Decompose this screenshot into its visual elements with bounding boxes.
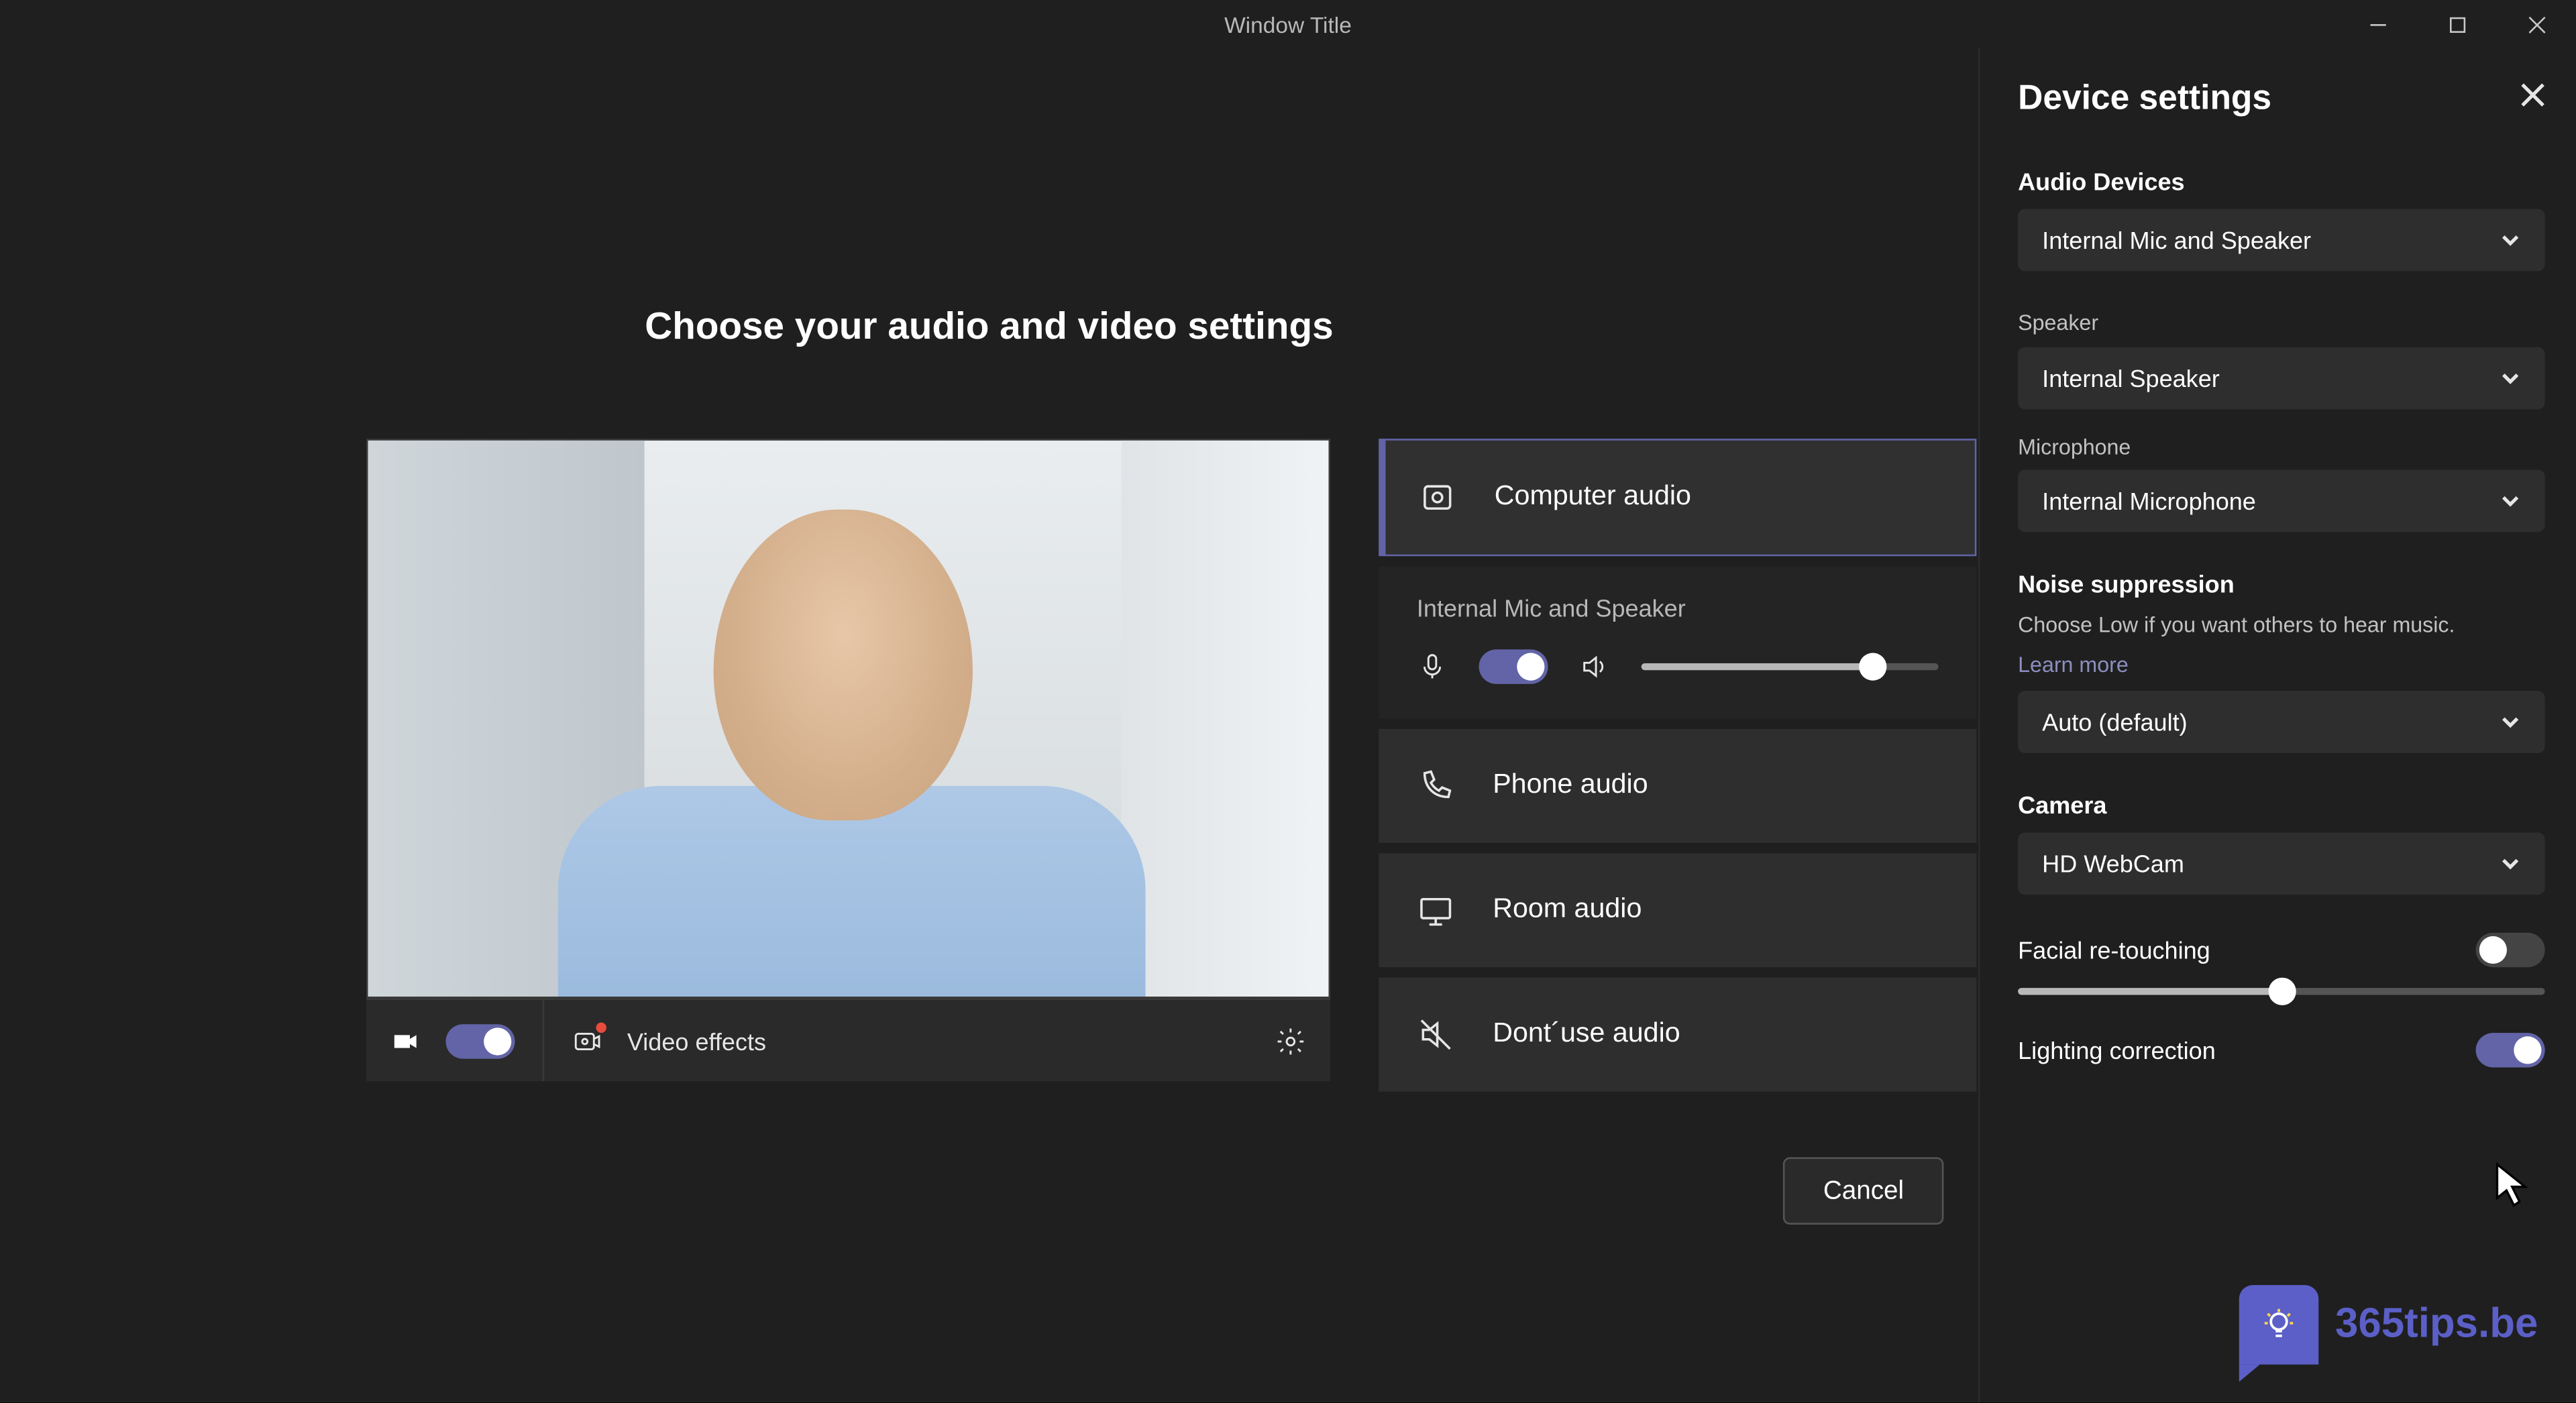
audio-option-label: Room audio [1493, 895, 1642, 925]
audio-option-computer[interactable]: Computer audio [1379, 439, 1976, 556]
microphone-toggle[interactable] [1479, 649, 1548, 684]
audio-devices-label: Audio Devices [2018, 168, 2545, 195]
panel-header: Device settings [2018, 79, 2545, 119]
lighting-correction-label: Lighting correction [2018, 1035, 2216, 1063]
microphone-section: Microphone Internal Microphone [2018, 433, 2545, 532]
panel-title: Device settings [2018, 79, 2271, 119]
camera-toggle[interactable] [445, 1023, 515, 1058]
select-value: Auto (default) [2042, 708, 2187, 735]
cancel-button[interactable]: Cancel [1784, 1158, 1944, 1225]
noise-suppression-section: Noise suppression Choose Low if you want… [2018, 570, 2545, 752]
camera-label: Camera [2018, 790, 2545, 818]
facial-retouching-slider-row [2018, 987, 2545, 994]
audio-option-label: Phone audio [1493, 771, 1648, 801]
volume-slider[interactable] [1642, 663, 1939, 670]
device-settings-panel: Device settings Audio Devices Internal M… [1978, 48, 2576, 1402]
window-title: Window Title [1224, 11, 1352, 38]
select-value: Internal Speaker [2042, 363, 2220, 391]
facial-retouching-label: Facial re-touching [2018, 936, 2210, 963]
audio-device-name: Internal Mic and Speaker [1417, 594, 1939, 622]
chevron-down-icon [2500, 490, 2521, 511]
action-buttons: Cancel [1784, 1158, 1944, 1225]
panel-close-button[interactable] [2521, 83, 2545, 116]
speaker-select[interactable]: Internal Speaker [2018, 346, 2545, 408]
maximize-button[interactable] [2417, 0, 2496, 48]
video-toolbar: Video effects [366, 999, 1330, 1082]
chevron-down-icon [2500, 852, 2521, 873]
lighting-correction-toggle[interactable] [2476, 1032, 2545, 1067]
microphone-icon [1417, 651, 1448, 682]
microphone-label: Microphone [2018, 433, 2545, 463]
select-value: HD WebCam [2042, 849, 2184, 877]
facial-retouching-slider[interactable] [2018, 987, 2545, 994]
speaker-device-icon [1418, 478, 1456, 516]
noise-suppression-label: Noise suppression [2018, 570, 2545, 598]
audio-option-label: Computer audio [1495, 482, 1691, 513]
audio-option-phone[interactable]: Phone audio [1379, 729, 1976, 843]
camera-section: Camera HD WebCam [2018, 790, 2545, 894]
notification-dot [596, 1021, 606, 1031]
toolbar-divider [543, 1000, 545, 1081]
facial-retouching-toggle[interactable] [2476, 932, 2545, 966]
speaker-label: Speaker [2018, 309, 2545, 339]
audio-devices-section: Audio Devices Internal Mic and Speaker [2018, 168, 2545, 272]
page-heading: Choose your audio and video settings [0, 304, 1978, 349]
speaker-off-icon [1417, 1015, 1455, 1054]
speaker-section: Speaker Internal Speaker [2018, 309, 2545, 408]
close-button[interactable] [2497, 0, 2576, 48]
center-column: Choose your audio and video settings [0, 48, 1978, 1402]
microphone-select[interactable]: Internal Microphone [2018, 470, 2545, 532]
video-effects-label[interactable]: Video effects [627, 1027, 766, 1054]
audio-options: Computer audio Internal Mic and Speaker [1379, 439, 1976, 1092]
chevron-down-icon [2500, 367, 2521, 388]
camera-select[interactable]: HD WebCam [2018, 832, 2545, 894]
watermark: 365tips.be [2239, 1285, 2538, 1364]
watermark-text: 365tips.be [2335, 1300, 2538, 1349]
audio-controls-row [1417, 649, 1939, 684]
video-effects-icon[interactable] [572, 1025, 602, 1056]
lighting-correction-row: Lighting correction [2018, 1032, 2545, 1067]
title-bar: Window Title [0, 0, 2576, 48]
main-area: Choose your audio and video settings [0, 48, 2576, 1402]
select-value: Internal Microphone [2042, 487, 2256, 514]
minimize-button[interactable] [2338, 0, 2417, 48]
audio-sub-panel: Internal Mic and Speaker [1379, 567, 1976, 719]
noise-suppression-hint: Choose Low if you want others to hear mu… [2018, 612, 2545, 642]
window-controls [2338, 0, 2576, 48]
volume-icon [1579, 651, 1610, 682]
video-settings-button[interactable] [1275, 1025, 1306, 1056]
audio-devices-select[interactable]: Internal Mic and Speaker [2018, 209, 2545, 272]
chevron-down-icon [2500, 711, 2521, 732]
select-value: Internal Mic and Speaker [2042, 226, 2311, 254]
video-preview-card: Video effects [366, 439, 1330, 1081]
audio-option-none[interactable]: Dont´use audio [1379, 978, 1976, 1092]
phone-icon [1417, 767, 1455, 805]
video-placeholder [368, 441, 1329, 997]
learn-more-link[interactable]: Learn more [2018, 652, 2129, 676]
camera-icon [390, 1025, 421, 1056]
video-preview [366, 439, 1330, 998]
monitor-icon [1417, 891, 1455, 930]
watermark-icon [2239, 1285, 2318, 1364]
app-window: Window Title Choose your audio and video… [0, 0, 2576, 1402]
facial-retouching-row: Facial re-touching [2018, 932, 2545, 966]
lightbulb-icon [2239, 1285, 2318, 1364]
audio-option-room[interactable]: Room audio [1379, 853, 1976, 967]
chevron-down-icon [2500, 230, 2521, 251]
noise-suppression-select[interactable]: Auto (default) [2018, 690, 2545, 752]
audio-option-label: Dont´use audio [1493, 1019, 1680, 1050]
